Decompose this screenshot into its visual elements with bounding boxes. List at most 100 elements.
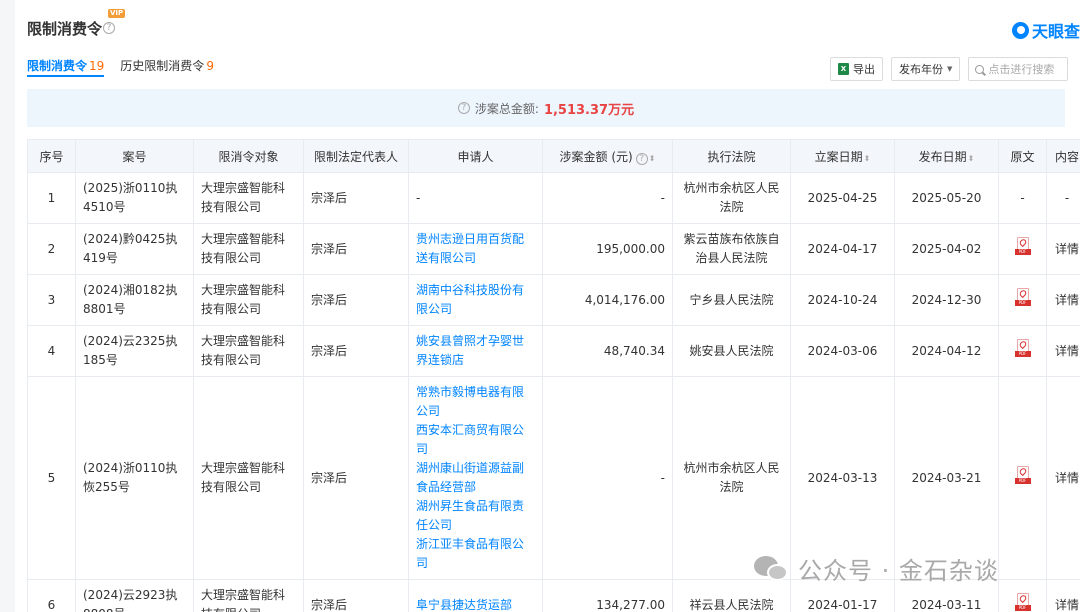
target-company-link[interactable]: 大理宗盛智能科技有限公司 [193, 223, 304, 275]
original-document[interactable]: PDF [998, 376, 1047, 580]
col-filing-date-header[interactable]: 立案日期⬍ [790, 139, 895, 173]
legal-rep-link[interactable]: 宗泽后 [303, 579, 409, 612]
details-link[interactable]: 详情 [1046, 223, 1080, 275]
target-company-link[interactable]: 大理宗盛智能科技有限公司 [193, 579, 304, 612]
applicant-link[interactable]: 阜宁县捷达货运部 [416, 596, 535, 612]
details-link[interactable]: 详情 [1046, 274, 1080, 326]
sort-icon[interactable]: ⬍ [968, 154, 975, 163]
page-title: 限制消费令 [27, 19, 103, 38]
row-index: 6 [27, 579, 76, 612]
case-amount: 134,277.00 [542, 579, 673, 612]
help-icon[interactable]: ? [457, 102, 470, 114]
filing-date: 2024-03-13 [790, 376, 895, 580]
filing-date: 2025-04-25 [790, 172, 895, 224]
row-index: 5 [27, 376, 76, 580]
table-row: 3 (2024)湘0182执8801号 大理宗盛智能科技有限公司 宗泽后 湖南中谷科技股… [27, 274, 1080, 326]
caret-down-icon: ▼ [947, 65, 953, 73]
original-document[interactable]: PDF [998, 579, 1047, 612]
applicant-link[interactable]: 贵州志逊日用百货配送有限公司 [416, 230, 535, 268]
applicant-link[interactable]: 浙江亚丰食品有限公司 [416, 535, 535, 573]
tab-restriction-orders[interactable]: 限制消费令 19 [27, 57, 105, 77]
col-legal-rep-header: 限制法定代表人 [303, 139, 409, 173]
target-company-link[interactable]: 大理宗盛智能科技有限公司 [193, 325, 304, 377]
applicant-link[interactable]: 西安本汇商贸有限公司 [416, 421, 535, 459]
logo-text: 天眼查 [1031, 22, 1080, 41]
pdf-icon[interactable]: PDF [1014, 236, 1031, 256]
tab-history-restriction-orders[interactable]: 历史限制消费令 9 [120, 57, 214, 77]
target-company-link[interactable]: 大理宗盛智能科技有限公司 [193, 274, 304, 326]
sort-icon[interactable]: ⬍ [864, 154, 871, 163]
column-label: 案号 [122, 149, 147, 164]
publish-year-dropdown[interactable]: 发布年份 ▼ [891, 57, 961, 81]
search-box [968, 57, 1069, 81]
details-link[interactable]: 详情 [1046, 325, 1080, 377]
sort-icon[interactable]: ⬍ [649, 154, 656, 163]
target-company-link[interactable]: 大理宗盛智能科技有限公司 [193, 172, 304, 224]
legal-rep-link[interactable]: 宗泽后 [303, 274, 409, 326]
applicant-link[interactable]: 湖南中谷科技股份有限公司 [416, 281, 535, 319]
pdf-icon[interactable]: PDF [1014, 465, 1031, 485]
tianyancha-logo-icon [1011, 21, 1029, 39]
pdf-icon[interactable]: PDF [1014, 592, 1031, 612]
case-number-link[interactable]: (2025)浙0110执4510号 [75, 172, 194, 224]
tab-count: 19 [89, 59, 105, 73]
col-publish-date-header[interactable]: 发布日期⬍ [894, 139, 999, 173]
total-amount-label: 涉案总金额: [474, 101, 539, 116]
original-document[interactable]: PDF [998, 274, 1047, 326]
legal-rep-link[interactable]: 宗泽后 [303, 325, 409, 377]
details-link[interactable]: 详情 [1046, 579, 1080, 612]
applicant-cell: 贵州志逊日用百货配送有限公司 [408, 223, 543, 275]
pdf-icon[interactable]: PDF [1014, 287, 1031, 307]
search-input[interactable] [988, 62, 1068, 76]
applicant-empty: - [416, 190, 421, 205]
filing-date: 2024-03-06 [790, 325, 895, 377]
court-name: 杭州市余杭区人民法院 [672, 376, 791, 580]
logo: 天眼查 [1011, 18, 1080, 42]
help-icon[interactable]: ? [635, 152, 648, 165]
table-row: 5 (2024)浙0110执恢255号 大理宗盛智能科技有限公司 宗泽后 常熟市毅博电器… [27, 376, 1080, 580]
table-row: 2 (2024)黔0425执419号 大理宗盛智能科技有限公司 宗泽后 贵州志逊日用百货… [27, 223, 1080, 275]
applicant-link[interactable]: 姚安县曾照才孕婴世界连锁店 [416, 332, 535, 370]
toolbar: X 导出 发布年份 ▼ [830, 57, 1069, 81]
court-name: 紫云苗族布依族自治县人民法院 [672, 223, 791, 275]
target-company-link[interactable]: 大理宗盛智能科技有限公司 [193, 376, 304, 580]
tab-bar: 限制消费令 19 历史限制消费令 9 [27, 57, 214, 77]
col-court-header: 执行法院 [672, 139, 791, 173]
tab-count: 9 [206, 59, 214, 73]
help-icon[interactable]: ? [103, 22, 116, 34]
export-button[interactable]: X 导出 [830, 57, 883, 81]
tab-label: 限制消费令 [27, 59, 88, 73]
table-body: 1 (2025)浙0110执4510号 大理宗盛智能科技有限公司 宗泽后 - - 杭州市余杭… [27, 172, 1080, 612]
case-number-link[interactable]: (2024)云2923执8808号 [75, 579, 194, 612]
legal-rep-link[interactable]: 宗泽后 [303, 223, 409, 275]
pdf-icon[interactable]: PDF [1014, 338, 1031, 358]
col-original-header: 原文 [998, 139, 1047, 173]
original-document[interactable]: PDF [998, 325, 1047, 377]
legal-rep-link[interactable]: 宗泽后 [303, 376, 409, 580]
row-index: 3 [27, 274, 76, 326]
case-number-link[interactable]: (2024)云2325执185号 [75, 325, 194, 377]
publish-date: 2024-12-30 [894, 274, 999, 326]
column-label: 立案日期 [814, 149, 863, 164]
excel-icon: X [838, 63, 849, 75]
column-label: 执行法院 [707, 149, 756, 164]
watermark: 公众号 · 金石杂谈 [754, 551, 999, 586]
case-number-link[interactable]: (2024)黔0425执419号 [75, 223, 194, 275]
total-amount-value: 1,513.37万元 [543, 102, 635, 118]
col-index-header: 序号 [27, 139, 76, 173]
applicant-link[interactable]: 常熟市毅博电器有限公司 [416, 383, 535, 421]
column-label: 序号 [39, 149, 64, 164]
original-document[interactable]: PDF [998, 223, 1047, 275]
details-link[interactable]: 详情 [1046, 376, 1080, 580]
col-amount-header[interactable]: 涉案金额 (元)? ⬍ [542, 139, 673, 173]
case-number-link[interactable]: (2024)浙0110执恢255号 [75, 376, 194, 580]
table-header-row: 序号 案号 限消令对象 限制法定代表人 申请人 涉案金额 (元)? ⬍ 执行法院 立案日期⬍ 发布… [27, 139, 1080, 173]
applicant-link[interactable]: 湖州康山街道源益副食品经营部 [416, 459, 535, 497]
legal-rep-link[interactable]: 宗泽后 [303, 172, 409, 224]
court-name: 姚安县人民法院 [672, 325, 791, 377]
content-empty: - [1046, 172, 1080, 224]
applicant-link[interactable]: 湖州昇生食品有限责任公司 [416, 497, 535, 535]
col-applicant-header: 申请人 [408, 139, 543, 173]
case-number-link[interactable]: (2024)湘0182执8801号 [75, 274, 194, 326]
export-label: 导出 [853, 63, 875, 76]
